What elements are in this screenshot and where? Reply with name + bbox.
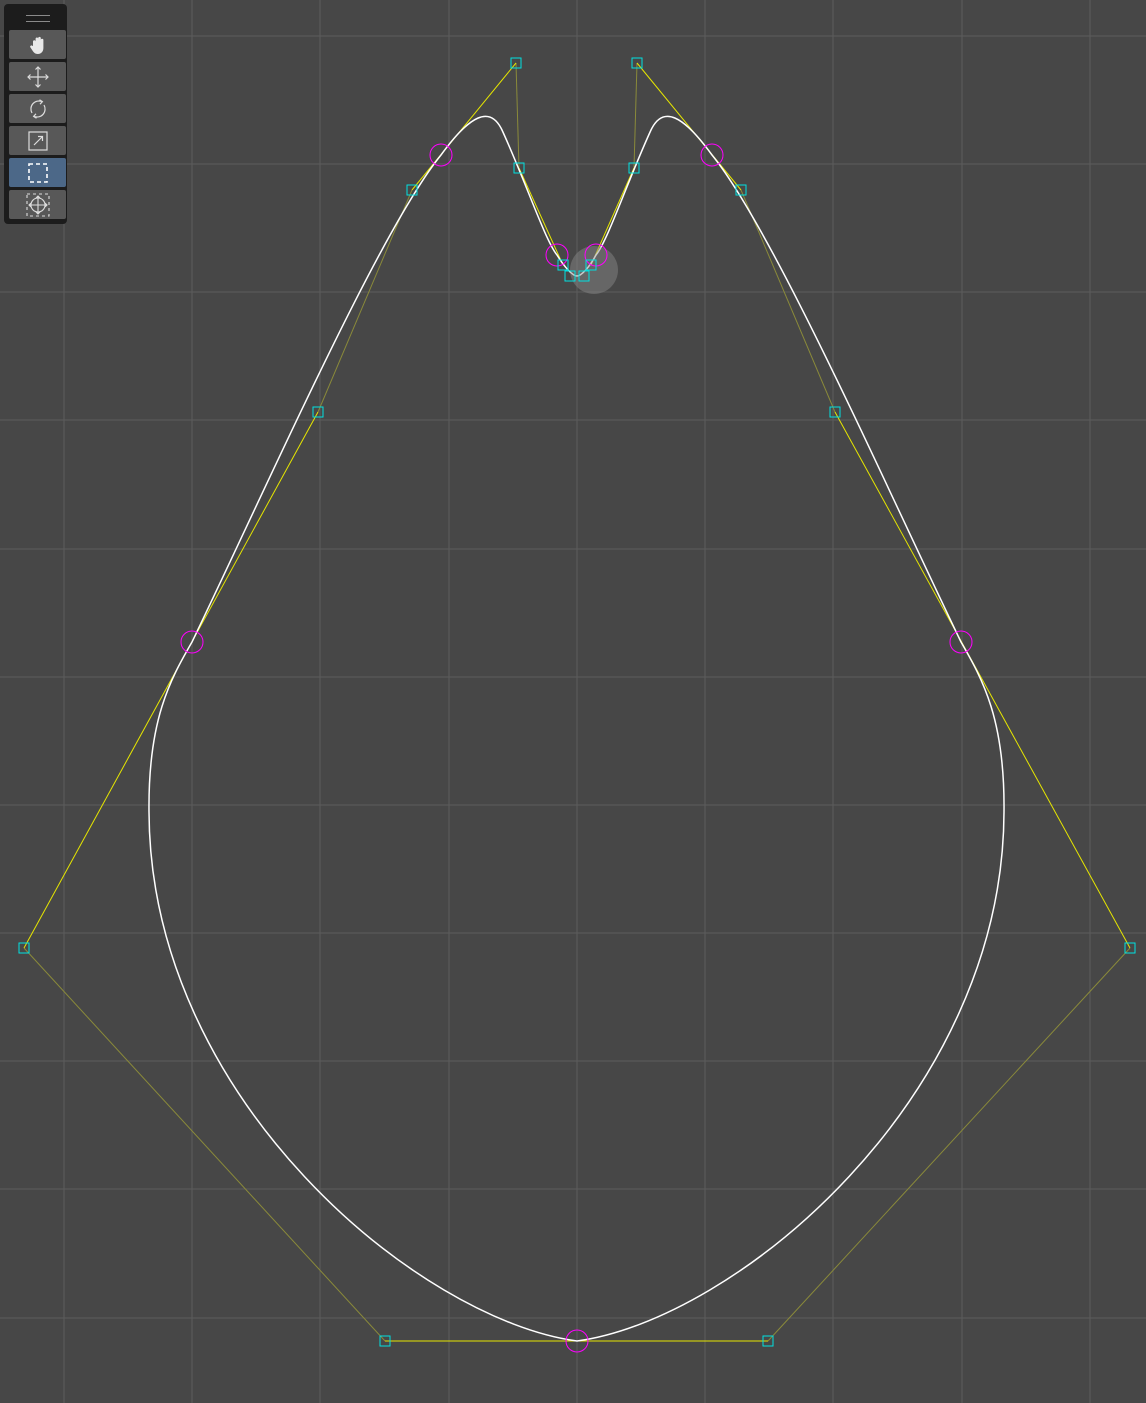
grid: [0, 0, 1146, 1403]
rotate-tool-button[interactable]: [9, 94, 66, 123]
drag-handle-icon[interactable]: [26, 15, 50, 22]
move-arrows-icon: [26, 65, 49, 88]
tool-palette: [4, 4, 67, 224]
transform-icon: [25, 192, 50, 217]
curve-editor-viewport[interactable]: [0, 0, 1146, 1403]
rotate-icon: [29, 98, 46, 119]
hand-icon: [29, 36, 43, 54]
scale-icon: [27, 130, 48, 151]
handle-line-dim: [317, 189, 413, 413]
handle-line-dim: [740, 189, 836, 413]
scale-tool-button[interactable]: [9, 126, 66, 155]
handle-line-dim: [633, 62, 638, 169]
select-box-icon: [27, 162, 48, 183]
handle-line: [518, 167, 564, 266]
select-box-tool-button[interactable]: [9, 158, 66, 187]
handle-line-dim: [23, 947, 386, 1342]
handle-line-dim: [767, 947, 1131, 1342]
handle-line-dim: [515, 62, 520, 169]
pan-tool-button[interactable]: [9, 30, 66, 59]
handle-line: [23, 411, 319, 949]
move-tool-button[interactable]: [9, 62, 66, 91]
transform-tool-button[interactable]: [9, 190, 66, 219]
handle-line: [834, 411, 1131, 949]
